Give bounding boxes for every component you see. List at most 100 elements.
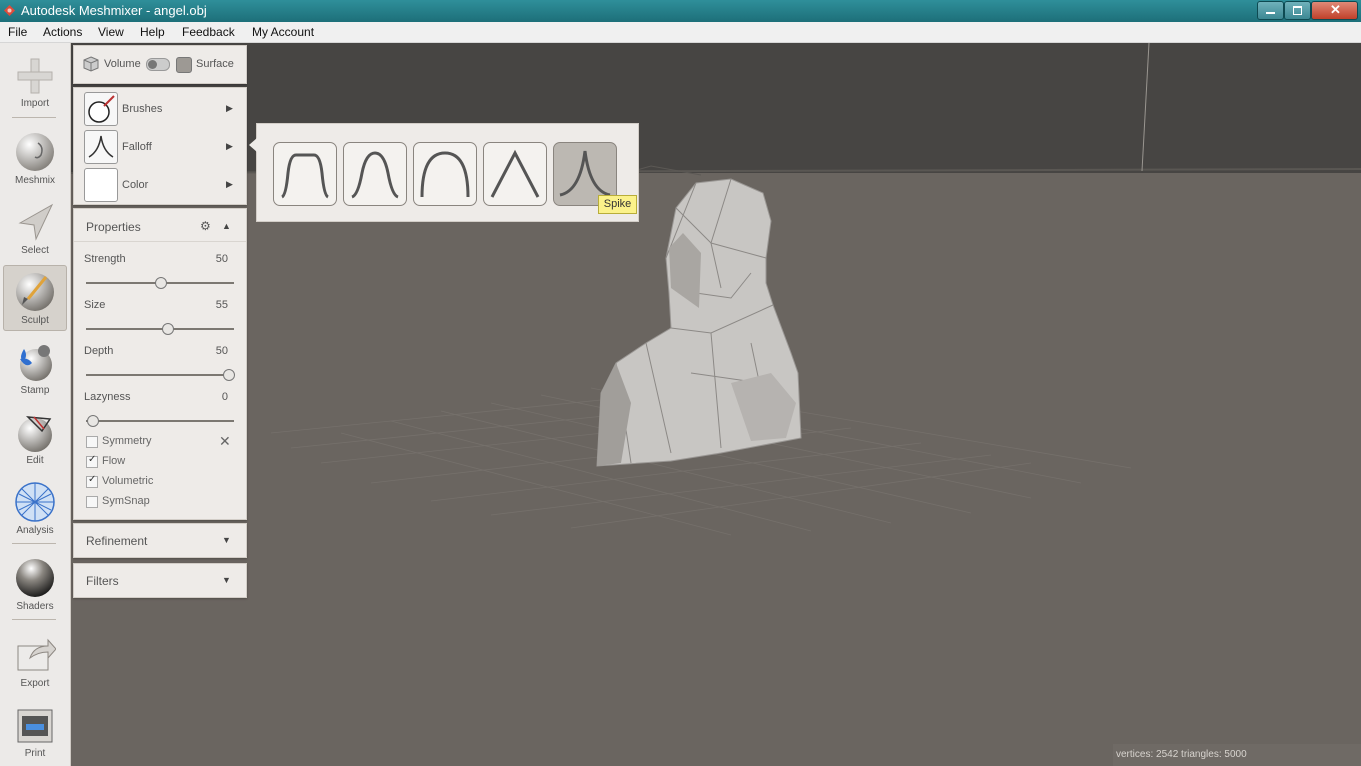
minimize-button[interactable] [1257,1,1284,20]
symmetry-tools-icon[interactable]: ✕ [219,433,231,450]
smooth-falloff-option[interactable] [343,142,407,206]
export-icon [17,638,56,671]
symmetry-label: Symmetry [102,435,152,447]
color-row[interactable]: Color ▶ [74,166,246,202]
meshmixer-logo-icon [4,5,15,16]
volume-label: Volume [104,58,141,70]
close-button[interactable]: ✕ [1311,1,1358,20]
expand-right-icon: ▶ [226,103,233,113]
mesh-stats-status: vertices: 2542 triangles: 5000 [1113,744,1361,766]
analysis-label: Analysis [16,525,54,536]
symmetry-checkbox[interactable] [86,436,98,448]
size-label: Size [84,299,106,311]
falloff-tooltip: Spike [598,195,637,214]
symsnap-label: SymSnap [102,495,150,507]
properties-title: Properties [86,220,141,234]
title-bar: Autodesk Meshmixer - angel.obj ✕ [0,0,1361,22]
menu-my-account[interactable]: My Account [252,25,314,39]
window-title: Autodesk Meshmixer - angel.obj [21,3,207,18]
sculpt-brush-icon [16,273,54,311]
volumetric-checkbox[interactable]: ✓ [86,474,98,488]
import-tool[interactable]: Import [3,49,67,115]
filters-panel[interactable]: Filters ▼ [73,563,247,598]
menu-file[interactable]: File [8,25,27,39]
menu-help[interactable]: Help [140,25,165,39]
flow-checkbox[interactable]: ✓ [86,454,98,468]
menu-bar: File Actions View Help Feedback My Accou… [0,22,1361,43]
maximize-button[interactable] [1284,1,1311,20]
volume-surface-toggle[interactable] [146,58,170,71]
meshmix-icon [16,133,54,171]
size-slider[interactable] [86,323,234,335]
round-falloff-option[interactable] [413,142,477,206]
gear-icon[interactable]: ⚙ [200,219,211,233]
slider-knob[interactable] [223,369,235,381]
select-label: Select [21,245,49,256]
linear-falloff-option[interactable] [483,142,547,206]
menu-view[interactable]: View [98,25,124,39]
minimize-icon [1266,12,1275,14]
sculpt-label: Sculpt [21,315,49,326]
slider-knob[interactable] [155,277,167,289]
strength-slider[interactable] [86,277,234,289]
sculpt-tool[interactable]: Sculpt [3,265,67,331]
refinement-panel[interactable]: Refinement ▼ [73,523,247,558]
toolbar-divider [12,117,56,118]
maximize-icon [1293,6,1302,15]
volumetric-label: Volumetric [102,475,154,487]
menu-feedback[interactable]: Feedback [182,25,235,39]
select-arrow-icon [18,203,54,241]
export-tool[interactable]: Export [3,628,67,694]
falloff-row[interactable]: Falloff ▶ [74,128,246,164]
properties-panel: Properties ⚙ ▲ Strength 50 Size 55 Depth… [73,208,247,520]
tool-sidebar: Import Meshmix Select Sculpt Stamp Edit … [0,43,71,766]
falloff-spike-icon [84,130,118,164]
edit-tool[interactable]: Edit [3,405,67,471]
lazyness-label: Lazyness [84,391,131,403]
shaders-label: Shaders [16,601,54,612]
size-value: 55 [215,299,228,311]
print-label: Print [24,748,46,759]
flat-falloff-option[interactable] [273,142,337,206]
refinement-title: Refinement [86,534,148,548]
bust-model [596,178,802,467]
lazyness-value: 0 [221,391,228,403]
shaders-icon [16,559,54,597]
expand-down-icon: ▼ [222,535,231,545]
meshmix-tool[interactable]: Meshmix [3,125,67,191]
linear-falloff-icon [490,149,540,198]
select-tool[interactable]: Select [3,195,67,261]
mode-panel: Volume Surface [73,45,247,84]
surface-label: Surface [196,58,234,70]
falloff-label: Falloff [122,141,152,153]
collapse-up-icon[interactable]: ▲ [222,221,231,231]
brushes-row[interactable]: Brushes ▶ [74,90,246,126]
print-tool[interactable]: Print [3,698,67,764]
expand-right-icon: ▶ [226,179,233,189]
brushes-label: Brushes [122,103,163,115]
toolbar-divider [12,619,56,620]
symsnap-checkbox[interactable] [86,496,98,508]
stamp-tool[interactable]: Stamp [3,335,67,401]
analysis-icon [15,482,55,522]
round-falloff-icon [420,151,470,198]
popup-pointer [249,138,257,152]
slider-knob[interactable] [161,323,174,335]
color-label: Color [122,179,149,191]
surface-icon [176,57,192,73]
strength-value: 50 [215,253,228,265]
depth-label: Depth [84,345,114,357]
plus-icon [17,58,53,94]
edit-label: Edit [26,455,44,466]
stamp-label: Stamp [20,385,50,396]
lazyness-slider[interactable] [86,415,234,427]
shaders-tool[interactable]: Shaders [3,551,67,617]
expand-down-icon: ▼ [222,575,231,585]
menu-actions[interactable]: Actions [43,25,82,39]
depth-slider[interactable] [86,369,235,381]
flat-falloff-icon [281,153,329,199]
volume-cube-icon [83,56,99,72]
analysis-tool[interactable]: Analysis [3,475,67,541]
meshmix-label: Meshmix [14,175,55,186]
slider-knob[interactable] [87,415,99,427]
